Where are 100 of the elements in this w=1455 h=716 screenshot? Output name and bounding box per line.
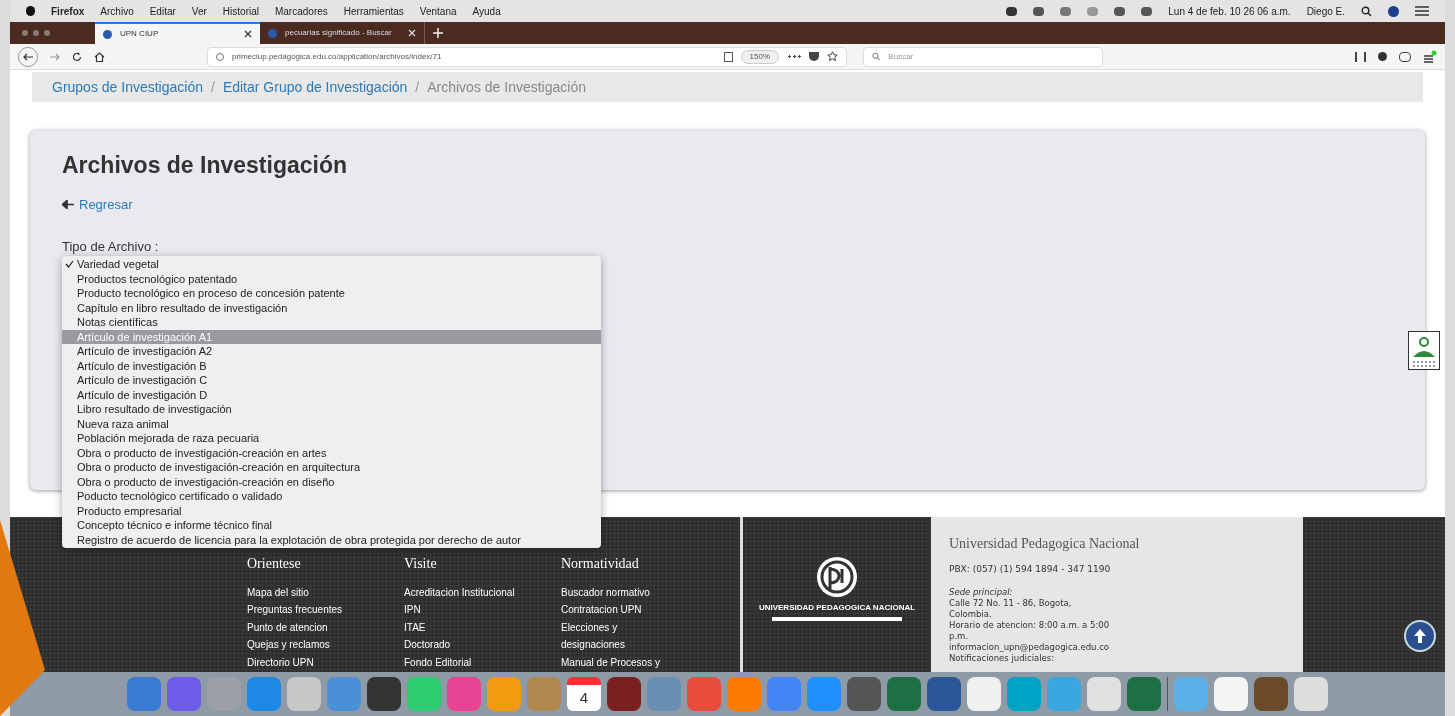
app-icon[interactable] <box>847 677 881 711</box>
menu-item[interactable]: Herramientas <box>343 3 404 19</box>
forward-arrow-icon[interactable] <box>50 52 60 61</box>
footer-link[interactable]: Elecciones y <box>561 619 718 638</box>
footer-link[interactable]: Quejas y reclamos <box>247 637 404 655</box>
app-icon[interactable] <box>1214 677 1248 711</box>
app-icon[interactable] <box>967 677 1001 711</box>
status-icon[interactable] <box>1006 6 1018 16</box>
dropdown-option[interactable]: Obra o producto de investigación-creación en arquitectura <box>62 460 601 475</box>
app-icon[interactable] <box>887 677 921 711</box>
close-icon[interactable] <box>244 30 252 38</box>
search-icon[interactable] <box>1361 5 1372 17</box>
dropdown-option[interactable]: Productos tecnológico patentado <box>62 271 601 286</box>
star-icon[interactable] <box>827 51 838 62</box>
dropdown-option[interactable]: Artículo de investigación A2 <box>62 344 601 359</box>
dropdown-option[interactable]: Producto empresarial <box>62 503 601 518</box>
app-icon[interactable] <box>927 677 961 711</box>
home-icon[interactable] <box>94 51 105 62</box>
clock: Lun 4 de feb. 10 26 06 a.m. <box>1168 4 1291 19</box>
dropdown-option[interactable]: Notas científicas <box>62 315 601 330</box>
footer-link[interactable]: Buscador normativo <box>561 585 718 603</box>
footer-link[interactable]: Directorio UPN <box>247 654 404 672</box>
globe-icon <box>103 29 112 39</box>
dropdown-option[interactable]: Concepto técnico e informe técnico final <box>62 518 601 533</box>
footer-link[interactable]: Acreditacion Institucional <box>404 585 561 603</box>
menu-item[interactable]: Editar <box>149 3 176 19</box>
dropdown-option[interactable]: Artículo de investigación B <box>62 358 601 373</box>
info-line: Calle 72 No. 11 - 86, Bogota, <box>949 597 1073 609</box>
breadcrumb-separator: / <box>415 77 420 97</box>
tab-title: UPN CIUP <box>120 28 160 40</box>
footer-link[interactable]: IPN <box>404 602 561 620</box>
back-arrow-icon <box>23 52 33 61</box>
dropdown-option[interactable]: Registro de acuerdo de licencia para la explotación de obra protegida por derecho de autor <box>62 532 601 547</box>
breadcrumb-link[interactable]: Grupos de Investigación <box>52 76 203 98</box>
dropdown-option[interactable]: Obra o producto de investigación-creación en artes <box>62 445 601 460</box>
back-link[interactable]: Regresar <box>62 194 133 214</box>
apple-icon[interactable] <box>26 6 35 16</box>
menu-icon[interactable] <box>1415 6 1429 16</box>
calendar-icon[interactable]: 4 <box>567 677 601 711</box>
menu-item[interactable]: Archivo <box>100 3 134 19</box>
app-icon[interactable] <box>1294 677 1328 711</box>
menu-item[interactable]: Firefox <box>51 3 85 19</box>
pocket-icon[interactable] <box>809 52 819 61</box>
footer-link[interactable]: Manual de Procesos y <box>561 654 718 672</box>
dropdown-option[interactable]: Nueva raza animal <box>62 416 601 431</box>
footer-link[interactable]: Fondo Editorial <box>404 654 561 672</box>
menu-item[interactable]: Historial <box>222 3 259 19</box>
app-icon[interactable] <box>1254 677 1288 711</box>
menu-item[interactable]: Ayuda <box>472 3 501 19</box>
breadcrumb-link[interactable]: Editar Grupo de Investigación <box>222 76 408 98</box>
footer-link[interactable]: Doctorado <box>404 637 561 655</box>
dropdown-option[interactable]: Poducto tecnológico certificado o validado <box>62 489 601 504</box>
dropdown-option[interactable]: Obra o producto de investigación-creación en diseño <box>62 474 601 489</box>
status-icon[interactable] <box>1033 6 1045 16</box>
menu-item[interactable]: Marcadores <box>274 3 328 19</box>
footer-link[interactable]: Contratacion UPN <box>561 602 718 620</box>
library-icon[interactable] <box>1355 51 1366 62</box>
dropdown-option[interactable]: Artículo de investigación D <box>62 387 601 402</box>
dropdown-option[interactable]: Población mejorada de raza pecuaria <box>62 431 601 446</box>
phone-text: PBX: (057) (1) 594 1894 - 347 1190 <box>949 563 1112 576</box>
search-input[interactable]: Buscar <box>888 50 1094 63</box>
reader-icon[interactable] <box>723 51 733 62</box>
search-field[interactable]: Buscar <box>863 46 1103 67</box>
plus-icon[interactable] <box>433 28 443 38</box>
dropdown-option[interactable]: Capítulo en libro resultado de investigación <box>62 300 601 315</box>
app-icon[interactable] <box>1087 677 1121 711</box>
user-name[interactable]: Diego E. <box>1306 3 1345 19</box>
menu-icon[interactable] <box>1423 49 1437 64</box>
app-icon[interactable] <box>1127 677 1161 711</box>
logo-text: UNIVERSIDAD PEDAGOGICA NACIONAL <box>757 603 917 613</box>
university-logo-icon <box>815 555 859 599</box>
dropdown-option[interactable]: Variedad vegetal <box>62 257 601 272</box>
info-line: informacion_upn@pedagogica.edu.co <box>949 641 1111 653</box>
extension-icon[interactable] <box>1378 52 1387 61</box>
dropdown-option[interactable]: Producto tecnológico en proceso de concesión patente <box>62 286 601 301</box>
footer-link[interactable]: Punto de atencion <box>247 619 404 638</box>
app-icon[interactable] <box>367 677 401 711</box>
more-icon[interactable] <box>787 55 801 58</box>
menu-item[interactable]: Ventana <box>419 3 457 19</box>
dropdown-option[interactable]: Artículo de investigación C <box>62 373 601 388</box>
back-arrow-icon <box>62 199 74 209</box>
dropdown-option[interactable]: Libro resultado de investigación <box>62 402 601 417</box>
footer-heading: Normatividad <box>561 555 640 573</box>
address-field[interactable]: primeciup.pedagogica.edu.co/application/archivos/index/71 150% <box>207 46 847 67</box>
document-icon[interactable] <box>1408 331 1440 370</box>
browser-tab[interactable]: UPN CIUP <box>95 22 260 44</box>
status-icon[interactable] <box>1141 6 1153 16</box>
footer-link[interactable]: ITAE <box>404 619 561 638</box>
footer-link[interactable]: Preguntas frecuentes <box>247 602 404 620</box>
menu-item[interactable]: Ver <box>191 3 207 19</box>
footer-link[interactable]: Mapa del sitio <box>247 585 404 603</box>
siri-icon[interactable] <box>1388 5 1399 17</box>
info-line: Horario de atencion: 8:00 a.m. a 5:00 <box>949 619 1111 631</box>
footer-link[interactable]: designaciones <box>561 637 718 655</box>
status-icon[interactable] <box>1114 6 1126 16</box>
sidebar-icon[interactable] <box>1399 51 1411 62</box>
app-icon[interactable] <box>607 677 641 711</box>
info-line: Notificaciones judiciales: <box>949 652 1056 664</box>
zoom-badge[interactable]: 150% <box>740 49 779 64</box>
reload-icon[interactable] <box>72 51 82 62</box>
